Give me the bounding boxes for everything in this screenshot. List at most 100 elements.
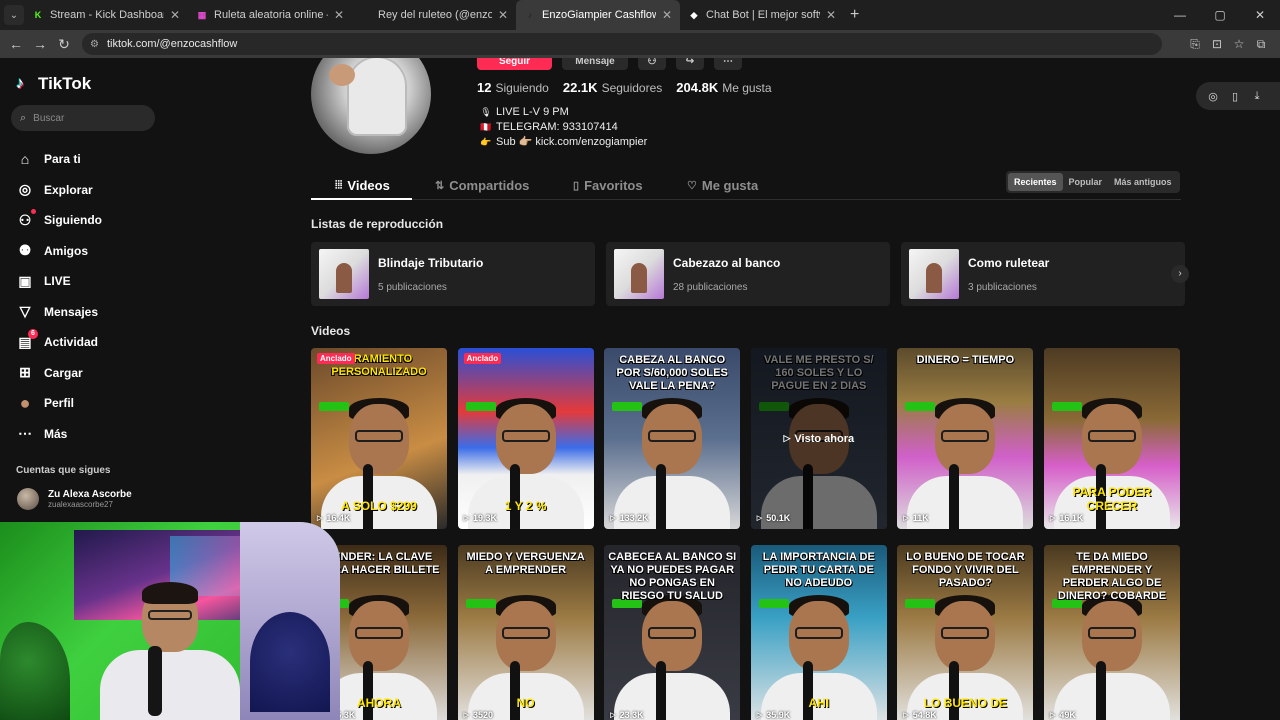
- tab-close-icon[interactable]: ✕: [334, 8, 344, 22]
- forward-icon[interactable]: →: [28, 36, 52, 52]
- tiktok-logo[interactable]: ♪ TikTok: [16, 74, 91, 94]
- playlists-row: Blindaje Tributario 5 publicaciones Cabeza…: [311, 242, 1196, 306]
- phone-ext-icon[interactable]: ▯: [1224, 90, 1246, 103]
- translate-icon[interactable]: ⎘: [1184, 37, 1206, 52]
- url-input[interactable]: ⚙ tiktok.com/@enzocashflow: [82, 33, 1162, 55]
- sort-option[interactable]: Más antiguos: [1108, 173, 1178, 191]
- extensions-icon[interactable]: ⧉: [1250, 37, 1272, 52]
- site-info-icon[interactable]: ⚙: [90, 39, 99, 50]
- sidebar-item-perfil[interactable]: ● Perfil: [16, 388, 102, 419]
- tab-close-icon[interactable]: ✕: [826, 8, 836, 22]
- reload-icon[interactable]: ↻: [52, 36, 76, 53]
- search-input[interactable]: ⌕ Buscar: [11, 105, 155, 131]
- sidebar-item-amigos[interactable]: ⚉ Amigos: [16, 236, 102, 267]
- playlist-name: Como ruletear: [968, 255, 1050, 270]
- browser-tab[interactable]: ♪ EnzoGiampier Cashflow (@enzo ✕: [516, 0, 680, 30]
- sidebar-item-para-ti[interactable]: ⌂ Para ti: [16, 144, 102, 175]
- video-caption: DINERO = TIEMPO: [916, 354, 1015, 366]
- tab-close-icon[interactable]: ✕: [662, 8, 672, 22]
- sidebar-item-mensajes[interactable]: ▽ Mensajes: [16, 297, 102, 328]
- video-card[interactable]: LO BUENO DE TOCAR FONDO Y VIVIR DEL PASA…: [897, 545, 1034, 720]
- view-count-text: 35.9K: [766, 710, 791, 720]
- stat-item[interactable]: 204.8K Me gusta: [676, 80, 785, 95]
- kick-logo-icon: [319, 402, 349, 411]
- stat-item[interactable]: 22.1K Seguidores: [563, 80, 676, 95]
- stat-item[interactable]: 12 Siguiendo: [477, 80, 563, 95]
- bookmark-star-icon[interactable]: ☆: [1228, 37, 1250, 52]
- browser-tab[interactable]: K Stream - Kick Dashboard ✕: [24, 0, 188, 30]
- video-card[interactable]: PARA PODER CRECER ▷ 16.1K: [1044, 348, 1180, 529]
- chevron-right-icon[interactable]: ›: [1171, 265, 1189, 283]
- tab-compartidos[interactable]: ⇅ Compartidos: [435, 170, 529, 200]
- minimize-icon[interactable]: —: [1160, 0, 1200, 30]
- message-button[interactable]: Mensaje: [562, 58, 628, 70]
- tab-label: Favoritos: [584, 177, 643, 193]
- bio-emoji-icon: 🎙: [480, 107, 492, 117]
- tab-search-icon[interactable]: ⌄: [4, 5, 24, 25]
- video-card[interactable]: MIEDO Y VERGUENZA A EMPRENDER NO ▷ 3520: [457, 545, 594, 720]
- bio-text: Sub 👉🏼 kick.com/enzogiampier: [496, 136, 648, 148]
- maximize-icon[interactable]: ▢: [1200, 0, 1240, 30]
- playlist-card[interactable]: Como ruletear 3 publicaciones: [901, 242, 1185, 306]
- playlist-card[interactable]: Blindaje Tributario 5 publicaciones: [311, 242, 595, 306]
- bio-text: LIVE L-V 9 PM: [496, 106, 569, 118]
- grid-icon: ⦙⦙⦙: [335, 178, 343, 191]
- follow-suggest-icon[interactable]: ⚇: [638, 58, 666, 70]
- webcam-person: [100, 582, 240, 720]
- browser-tab[interactable]: ♪ Rey del ruleteo (@enzoeasycash ✕: [352, 0, 516, 30]
- back-icon[interactable]: ←: [4, 36, 28, 52]
- video-card[interactable]: 1 Y 2 % Anclado ▷ 19.3K: [457, 348, 594, 529]
- browser-tab[interactable]: ◆ Chat Bot | El mejor software pa ✕: [680, 0, 844, 30]
- video-card[interactable]: cabecea al banco si ya no puedes pagar n…: [604, 545, 741, 720]
- video-card[interactable]: TE DA MIEDO EMPRENDER Y PERDER ALGO DE D…: [1044, 545, 1180, 720]
- sidebar-item-cargar[interactable]: ⊞ Cargar: [16, 358, 102, 389]
- follow-button[interactable]: Seguir: [477, 58, 552, 70]
- sort-option[interactable]: Popular: [1063, 173, 1109, 191]
- tab-close-icon[interactable]: ✕: [498, 8, 508, 22]
- browser-tab[interactable]: ▦ Ruleta aleatoria online – ruleta ✕: [188, 0, 352, 30]
- thumbnail-person-gl: [1088, 430, 1136, 442]
- sidebar-item-más[interactable]: ⋯ Más: [16, 419, 102, 450]
- webcam-plant-right: [250, 612, 330, 712]
- playlist-card[interactable]: Cabezazo al banco 28 publicaciones: [606, 242, 890, 306]
- close-window-icon[interactable]: ✕: [1240, 0, 1280, 30]
- video-card[interactable]: DRAMIENTO PERSONALIZADO A SOLO $299 Anclad…: [311, 348, 447, 529]
- download-icon[interactable]: ⤓: [1246, 90, 1268, 103]
- tab-favoritos[interactable]: ▯ Favoritos: [573, 170, 643, 200]
- share-icon[interactable]: ↪: [676, 58, 704, 70]
- sidebar-item-actividad[interactable]: ▤ 6 Actividad: [16, 327, 102, 358]
- view-count: ▷ 50.1K: [757, 513, 790, 523]
- video-card[interactable]: DINERO = TIEMPO ▷ 11K: [897, 348, 1034, 529]
- sort-option[interactable]: Recientes: [1008, 173, 1063, 191]
- video-card[interactable]: LA IMPORTANCIA DE PEDIR TU CARTA DE NO A…: [750, 545, 887, 720]
- tab-title: Chat Bot | El mejor software pa: [706, 9, 820, 21]
- following-user[interactable]: Zu Alexa Ascorbe zualexaascorbe27: [17, 488, 132, 510]
- sidebar-item-label: Más: [44, 426, 68, 441]
- watched-overlay: ▷ Visto ahora: [750, 348, 887, 529]
- avatar-figure: [347, 58, 407, 136]
- thumbnail-person-gl: [648, 627, 697, 639]
- thumbnail-person-mic: [949, 464, 960, 529]
- sidebar-item-explorar[interactable]: ◎ Explorar: [16, 175, 102, 206]
- new-tab-icon[interactable]: +: [850, 6, 859, 24]
- video-caption: LO BUENO DE TOCAR FONDO Y VIVIR DEL PASA…: [906, 551, 1025, 589]
- video-caption: TE DA MIEDO EMPRENDER Y PERDER ALGO DE D…: [1057, 551, 1167, 602]
- tab-videos[interactable]: ⦙⦙⦙ Videos: [335, 170, 390, 200]
- sidebar-item-live[interactable]: ▣ LIVE: [16, 266, 102, 297]
- notification-badge: 6: [28, 329, 38, 340]
- compass-ext-icon[interactable]: ◎: [1202, 90, 1224, 103]
- search-icon: ⌕: [20, 111, 27, 124]
- sidebar-item-label: Perfil: [44, 396, 75, 411]
- bio-line: 👉 Sub 👉🏼 kick.com/enzogiampier: [480, 135, 647, 150]
- thumbnail-person-mic: [509, 464, 520, 529]
- video-card[interactable]: VALE ME PRESTO S/ 160 SOLES Y LO PAGUE E…: [750, 348, 887, 529]
- thumbnail-person-gl: [501, 430, 550, 442]
- video-card[interactable]: CABEZA AL BANCO POR S/60,000 SOLES VALE …: [604, 348, 741, 529]
- more-options-icon[interactable]: ⋯: [714, 58, 742, 70]
- tab-close-icon[interactable]: ✕: [170, 8, 180, 22]
- sidebar-item-siguiendo[interactable]: ⚇ Siguiendo: [16, 205, 102, 236]
- install-icon[interactable]: ⊡: [1206, 37, 1228, 52]
- tab-me-gusta[interactable]: ♡ Me gusta: [687, 170, 758, 200]
- view-count: ▷ 19.3K: [464, 513, 497, 523]
- playlists-title: Listas de reproducción: [311, 217, 444, 231]
